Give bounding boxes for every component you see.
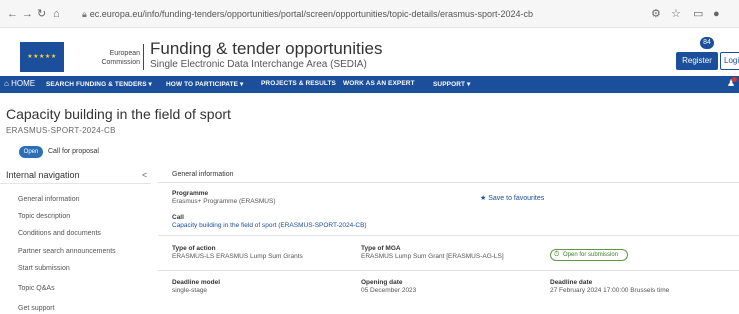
home-icon[interactable]: ⌂ — [53, 7, 60, 21]
browser-toolbar: ← → ↻ ⌂ 🔒︎ ec.europa.eu/info/funding-tend… — [0, 0, 739, 28]
call-label: Call — [172, 214, 184, 221]
main-navigation: ⌂ HOME SEARCH FUNDING & TENDERS ▾ HOW TO… — [0, 76, 739, 93]
bookmark-icon[interactable]: ☆ — [671, 7, 681, 21]
sidebar-title: Internal navigation — [6, 170, 80, 180]
programme-label: Programme — [172, 190, 209, 197]
sidebar-item-conditions[interactable]: Conditions and documents — [18, 230, 101, 237]
profile-icon[interactable]: ● — [713, 7, 720, 21]
save-favourite-label: Save to favourites — [488, 195, 545, 202]
general-information-panel: General information Programme Erasmus+ P… — [158, 167, 739, 314]
portal-subtitle: Single Electronic Data Interchange Area … — [150, 59, 367, 70]
clock-icon: ⏱ — [554, 251, 560, 258]
logo-divider — [143, 44, 144, 70]
login-button[interactable]: Login — [720, 52, 739, 70]
nav-home-label: HOME — [11, 79, 36, 88]
collapse-icon[interactable]: < — [142, 170, 147, 180]
opening-date-label: Opening date — [361, 279, 403, 286]
window-icon[interactable]: ▭ — [693, 7, 703, 21]
ec-name: European Commission — [80, 49, 140, 67]
topic-identifier: ERASMUS-SPORT-2024-CB — [6, 126, 116, 135]
section-title: General information — [172, 171, 234, 178]
submission-status-label: Open for submission — [563, 252, 619, 258]
register-button[interactable]: Register — [676, 52, 718, 70]
sidebar-item-partner-search[interactable]: Partner search announcements — [18, 248, 116, 255]
alert-dot — [732, 77, 737, 82]
call-type-text: Call for proposal — [48, 148, 99, 155]
sidebar-divider — [0, 183, 151, 184]
status-badge: Open — [19, 146, 43, 158]
type-of-action-value: ERASMUS-LS ERASMUS Lump Sum Grants — [172, 253, 303, 260]
page-title: Capacity building in the field of sport — [6, 106, 231, 122]
site-header: ★★★★★ European Commission Funding & tend… — [0, 28, 739, 76]
reload-icon[interactable]: ↻ — [37, 7, 46, 21]
deadline-model-value: single-stage — [172, 287, 208, 294]
stars-icon: ★★★★★ — [27, 54, 57, 60]
nav-support[interactable]: SUPPORT ▾ — [433, 80, 470, 88]
sidebar-item-start-submission[interactable]: Start submission — [18, 265, 70, 272]
nav-home[interactable]: ⌂ HOME — [4, 79, 35, 88]
sidebar-item-topic-qa[interactable]: Topic Q&As — [18, 285, 55, 292]
row-divider — [158, 270, 739, 271]
type-of-action-label: Type of action — [172, 245, 216, 252]
deadline-date-label: Deadline date — [550, 279, 593, 286]
sidebar-item-get-support[interactable]: Get support — [18, 305, 55, 312]
sidebar-item-general-information[interactable]: General information — [18, 196, 79, 203]
nav-how-to-participate[interactable]: HOW TO PARTICIPATE ▾ — [166, 80, 243, 88]
portal-title[interactable]: Funding & tender opportunities — [150, 39, 383, 59]
user-alert-icon[interactable]: ♟ — [727, 77, 737, 90]
address-bar[interactable]: 🔒︎ ec.europa.eu/info/funding-tenders/oppo… — [74, 5, 634, 23]
nav-work-as-expert[interactable]: WORK AS AN EXPERT — [343, 80, 415, 87]
sidebar-item-topic-description[interactable]: Topic description — [18, 213, 70, 220]
type-of-mga-label: Type of MGA — [361, 245, 401, 252]
back-icon[interactable]: ← — [7, 7, 18, 21]
section-divider — [158, 182, 739, 183]
notifications-icon[interactable]: 84 — [700, 37, 714, 49]
submission-status-chip: ⏱ Open for submission — [550, 249, 628, 261]
url-text: ec.europa.eu/info/funding-tenders/opport… — [89, 9, 534, 19]
deadline-date-value: 27 February 2024 17:00:00 Brussels time — [550, 287, 670, 294]
opening-date-value: 05 December 2023 — [361, 287, 417, 294]
deadline-model-label: Deadline model — [172, 279, 221, 286]
forward-icon[interactable]: → — [22, 7, 33, 21]
ec-name-line1: European — [109, 50, 140, 57]
row-divider — [158, 235, 739, 236]
extensions-icon[interactable]: ⚙ — [651, 7, 661, 21]
ec-name-line2: Commission — [101, 59, 140, 66]
programme-value: Erasmus+ Programme (ERASMUS) — [172, 198, 276, 205]
internal-navigation: Internal navigation < General informatio… — [0, 167, 151, 314]
call-link[interactable]: Capacity building in the field of sport … — [172, 222, 367, 229]
save-favourite-button[interactable]: ★ Save to favourites — [480, 194, 544, 202]
nav-projects-results[interactable]: PROJECTS & RESULTS — [261, 80, 336, 87]
type-of-mga-value: ERASMUS Lump Sum Grant [ERASMUS-AG-LS] — [361, 253, 504, 260]
lock-icon: 🔒︎ — [82, 9, 87, 19]
eu-flag-logo[interactable]: ★★★★★ — [20, 42, 64, 72]
nav-search-funding[interactable]: SEARCH FUNDING & TENDERS ▾ — [46, 80, 152, 88]
